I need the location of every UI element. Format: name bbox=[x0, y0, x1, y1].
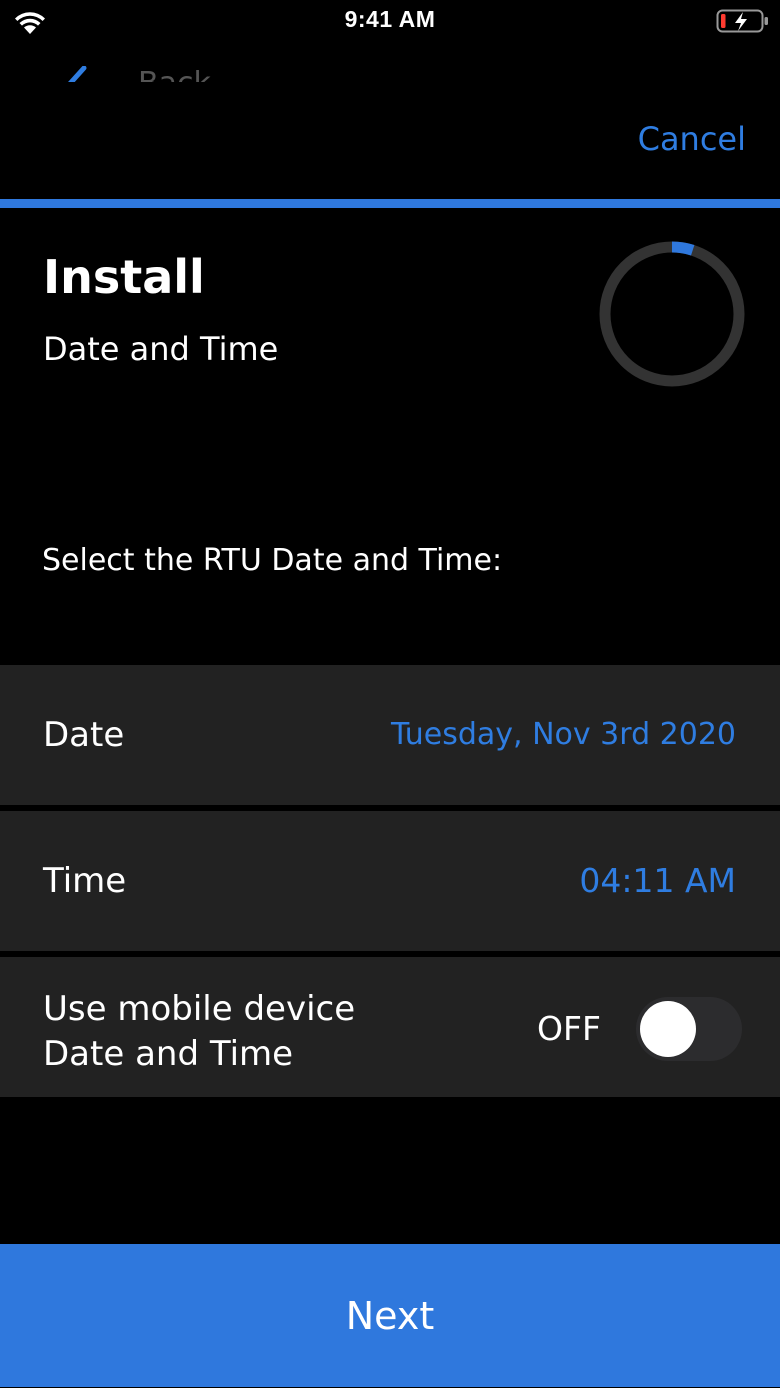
mobile-datetime-label: Use mobile device Date and Time bbox=[43, 987, 463, 1077]
status-bar: 9:41 AM bbox=[0, 0, 780, 44]
time-row[interactable]: Time 04:11 AM bbox=[0, 811, 780, 951]
page-subtitle: Date and Time bbox=[43, 330, 279, 368]
date-label: Date bbox=[43, 715, 125, 755]
cancel-button[interactable]: Cancel bbox=[638, 120, 746, 158]
battery-charging-icon bbox=[716, 9, 768, 33]
next-button[interactable]: Next bbox=[0, 1244, 780, 1387]
progress-ring bbox=[599, 241, 745, 387]
date-value[interactable]: Tuesday, Nov 3rd 2020 bbox=[391, 717, 736, 752]
nav-divider bbox=[0, 199, 780, 208]
time-value[interactable]: 04:11 AM bbox=[579, 861, 736, 900]
back-label: Back bbox=[138, 66, 211, 82]
instruction-text: Select the RTU Date and Time: bbox=[42, 543, 503, 578]
chevron-left-icon bbox=[68, 66, 87, 82]
mobile-datetime-toggle[interactable] bbox=[636, 997, 742, 1061]
page-title: Install bbox=[43, 250, 205, 304]
status-time: 9:41 AM bbox=[344, 6, 436, 32]
time-label: Time bbox=[43, 861, 127, 901]
date-row[interactable]: Date Tuesday, Nov 3rd 2020 bbox=[0, 665, 780, 805]
toggle-knob bbox=[640, 1001, 696, 1057]
mobile-datetime-label-line1: Use mobile device bbox=[43, 989, 356, 1029]
mobile-datetime-label-line2: Date and Time bbox=[43, 1034, 294, 1074]
mobile-datetime-row: Use mobile device Date and Time OFF bbox=[0, 957, 780, 1097]
toggle-state-label: OFF bbox=[537, 1009, 601, 1048]
back-button[interactable]: Back bbox=[0, 44, 780, 82]
